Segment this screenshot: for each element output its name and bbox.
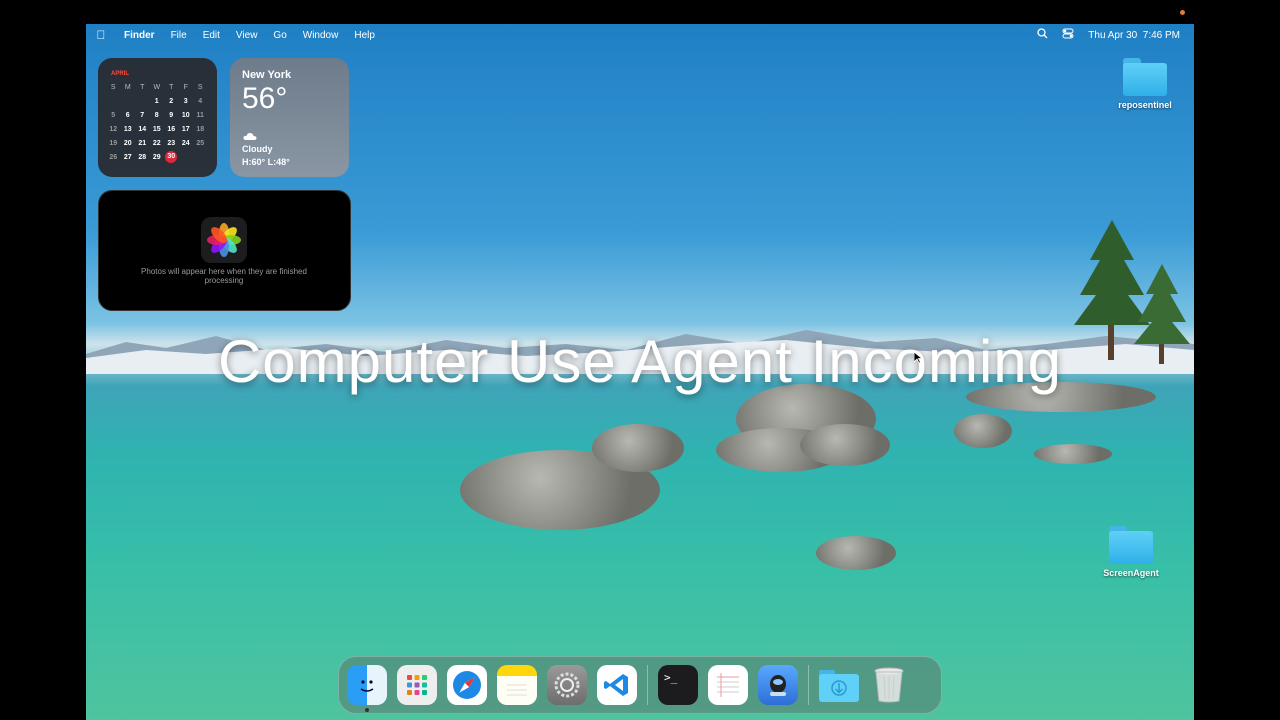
overlay-caption: Computer Use Agent Incoming bbox=[217, 328, 1063, 395]
calendar-day bbox=[179, 150, 194, 164]
calendar-day: 8 bbox=[154, 111, 159, 119]
calendar-day: 2 bbox=[169, 97, 174, 105]
running-indicator bbox=[365, 708, 369, 712]
photos-message: Photos will appear here when they are fi… bbox=[141, 267, 307, 285]
menu-go[interactable]: Go bbox=[265, 30, 294, 41]
menu-window[interactable]: Window bbox=[295, 30, 347, 41]
weekday-label: M bbox=[124, 83, 131, 91]
calendar-day: 13 bbox=[123, 125, 132, 133]
weather-condition: Cloudy bbox=[242, 144, 273, 154]
calendar-day: 25 bbox=[196, 139, 205, 147]
today-marker: 30 bbox=[165, 151, 178, 163]
dock-separator bbox=[808, 665, 809, 705]
cloud-icon bbox=[243, 132, 257, 144]
menu-view[interactable]: View bbox=[228, 30, 266, 41]
terminal-icon[interactable]: >_ bbox=[658, 665, 698, 705]
calendar-day: 11 bbox=[196, 111, 204, 119]
calendar-day: 6 bbox=[125, 111, 130, 119]
calendar-day: 28 bbox=[138, 153, 147, 161]
weekday-label: T bbox=[140, 83, 145, 91]
launchpad-icon[interactable] bbox=[397, 665, 437, 705]
spotlight-search-icon[interactable] bbox=[1037, 28, 1048, 42]
safari-icon[interactable] bbox=[447, 665, 487, 705]
calendar-day: 20 bbox=[123, 139, 132, 147]
trash-icon[interactable] bbox=[869, 665, 909, 705]
downloads-folder-icon[interactable] bbox=[819, 665, 859, 705]
desktop-folder-label: reposentinel bbox=[1118, 100, 1172, 110]
rock bbox=[954, 414, 1012, 448]
calendar-day: 9 bbox=[169, 111, 174, 119]
calendar-day: 21 bbox=[138, 139, 147, 147]
rock bbox=[592, 424, 684, 472]
apple-menu-icon[interactable]:  bbox=[86, 28, 116, 42]
calendar-day: 12 bbox=[109, 125, 118, 133]
finder-icon[interactable] bbox=[347, 665, 387, 712]
calendar-day bbox=[135, 94, 150, 108]
weather-city: New York bbox=[242, 69, 292, 81]
calendar-day: 16 bbox=[167, 125, 176, 133]
textedit-icon[interactable] bbox=[708, 665, 748, 705]
calendar-grid: S M T W T F S 1 2 3 4 5 6 7 8 9 10 11 12… bbox=[106, 80, 208, 164]
calendar-day: 17 bbox=[181, 125, 190, 133]
calendar-widget[interactable]: APRIL S M T W T F S 1 2 3 4 5 6 7 8 9 10… bbox=[98, 58, 217, 177]
calendar-day bbox=[193, 150, 208, 164]
folder-icon bbox=[1109, 526, 1153, 564]
desktop-folder-label: ScreenAgent bbox=[1103, 568, 1159, 578]
folder-icon bbox=[1123, 58, 1167, 96]
weather-widget[interactable]: New York 56° Cloudy H:60° L:48° bbox=[230, 58, 349, 177]
weekday-label: S bbox=[110, 83, 116, 91]
menu-file[interactable]: File bbox=[163, 30, 195, 41]
calendar-day bbox=[121, 94, 136, 108]
photos-widget[interactable]: Photos will appear here when they are fi… bbox=[98, 190, 351, 311]
calendar-day: 3 bbox=[183, 97, 188, 105]
calendar-day: 29 bbox=[152, 153, 161, 161]
calendar-day: 19 bbox=[109, 139, 118, 147]
weekday-label: W bbox=[153, 83, 161, 91]
menu-app-name[interactable]: Finder bbox=[116, 30, 163, 41]
vscode-icon[interactable] bbox=[597, 665, 637, 705]
weather-high-low: H:60° L:48° bbox=[242, 157, 290, 167]
desktop:  Finder File Edit View Go Window Help T… bbox=[86, 24, 1194, 720]
dock: >_ bbox=[338, 656, 942, 714]
mouse-cursor bbox=[914, 352, 922, 364]
calendar-today: 30 bbox=[164, 150, 179, 164]
menu-help[interactable]: Help bbox=[346, 30, 383, 41]
calendar-day: 22 bbox=[152, 139, 161, 147]
calendar-day: 26 bbox=[109, 153, 118, 161]
menu-edit[interactable]: Edit bbox=[195, 30, 228, 41]
desktop-folder-reposentinel[interactable]: reposentinel bbox=[1110, 58, 1180, 110]
calendar-day: 27 bbox=[123, 153, 132, 161]
calendar-day: 23 bbox=[167, 139, 176, 147]
calendar-day: 14 bbox=[138, 125, 147, 133]
notes-icon[interactable] bbox=[497, 665, 537, 705]
calendar-month: APRIL bbox=[111, 71, 129, 77]
system-settings-icon[interactable] bbox=[547, 665, 587, 705]
rock bbox=[1034, 444, 1112, 464]
rock bbox=[816, 536, 896, 570]
calendar-day: 1 bbox=[154, 97, 159, 105]
dock-separator bbox=[647, 665, 648, 705]
control-center-icon[interactable] bbox=[1062, 28, 1074, 42]
weekday-label: T bbox=[169, 83, 174, 91]
calendar-day: 7 bbox=[140, 111, 145, 119]
desktop-folder-screenagent[interactable]: ScreenAgent bbox=[1096, 526, 1166, 578]
rock bbox=[800, 424, 890, 466]
calendar-day: 24 bbox=[181, 139, 190, 147]
calendar-day bbox=[106, 94, 121, 108]
menu-bar:  Finder File Edit View Go Window Help T… bbox=[86, 24, 1194, 46]
recording-indicator-dot bbox=[1180, 10, 1185, 15]
weekday-label: S bbox=[197, 83, 203, 91]
screen-agent-icon[interactable] bbox=[758, 665, 798, 705]
weekday-label: F bbox=[183, 83, 188, 91]
calendar-day: 18 bbox=[196, 125, 205, 133]
photos-app-icon bbox=[201, 217, 247, 263]
calendar-day: 10 bbox=[181, 111, 190, 119]
calendar-day: 4 bbox=[198, 97, 203, 105]
weather-temperature: 56° bbox=[242, 82, 288, 115]
menu-clock[interactable]: Thu Apr 30 7:46 PM bbox=[1088, 30, 1180, 41]
calendar-day: 5 bbox=[111, 111, 116, 119]
calendar-day: 15 bbox=[152, 125, 161, 133]
